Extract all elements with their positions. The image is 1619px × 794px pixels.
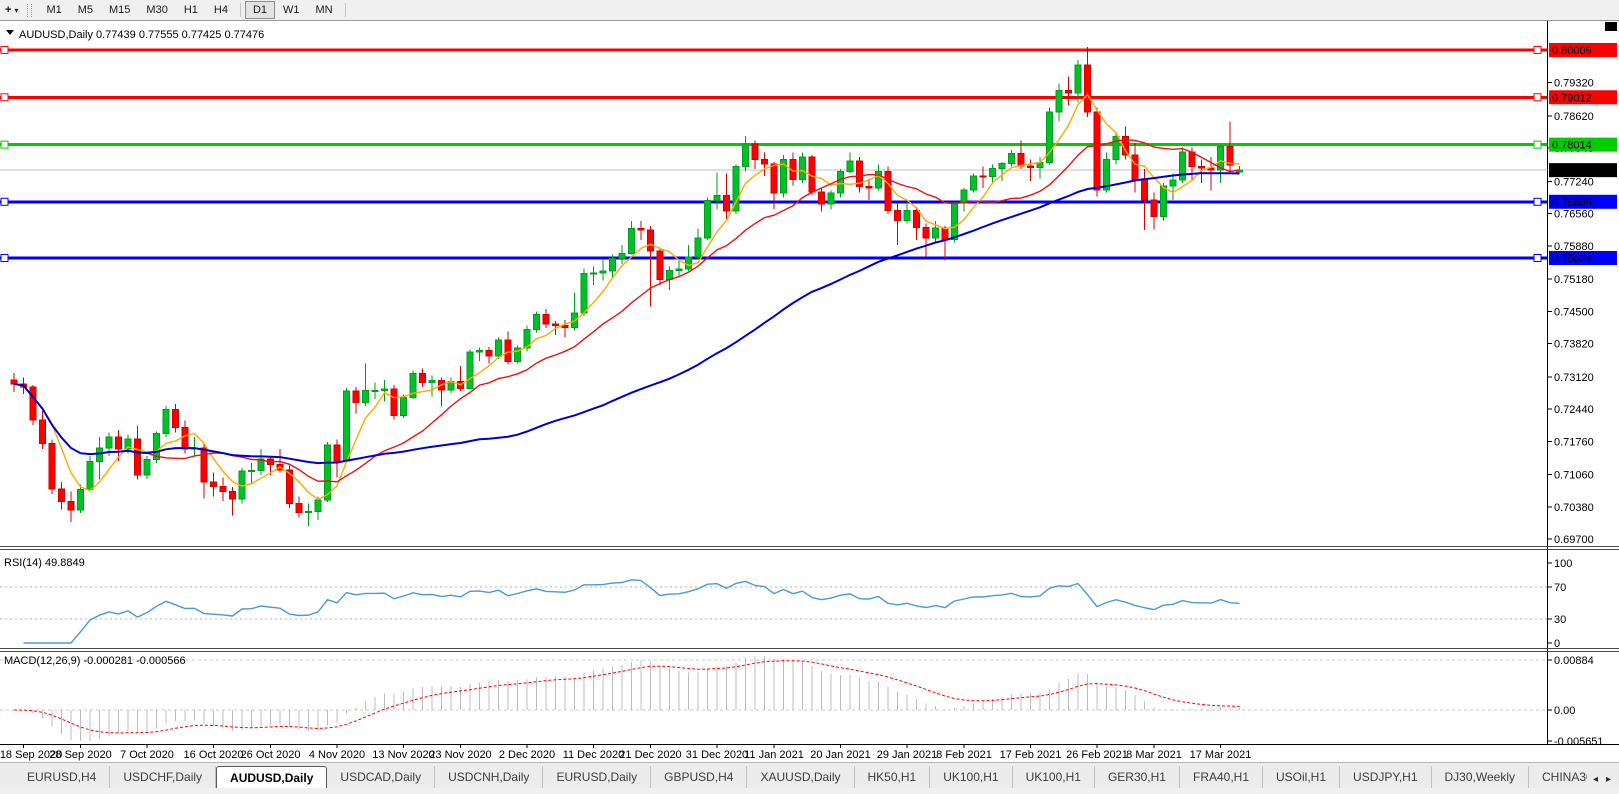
svg-text:0.78014: 0.78014 [1552, 140, 1592, 152]
price-badge-0.78014: 0.78014 [1549, 138, 1617, 152]
timeframe-button-M15[interactable]: M15 [101, 1, 138, 19]
svg-text:29 Jan 2021: 29 Jan 2021 [877, 749, 938, 761]
svg-text:0.00884: 0.00884 [1554, 655, 1594, 667]
price-badge-0.79012: 0.79012 [1549, 90, 1617, 104]
svg-text:-0.005651: -0.005651 [1554, 736, 1604, 748]
tab-scroll-arrows: ◂ ▸ [1587, 774, 1619, 789]
svg-text:0.72440: 0.72440 [1554, 404, 1594, 416]
svg-text:4 Nov 2020: 4 Nov 2020 [309, 749, 365, 761]
svg-text:0.69700: 0.69700 [1554, 534, 1594, 546]
cursor-tool-button[interactable]: + ▾ [0, 1, 23, 19]
toolbar-grip [27, 4, 32, 17]
chart-tab-FRA40-H1[interactable]: FRA40,H1 [1180, 766, 1263, 789]
chevron-down-icon: ▾ [14, 6, 18, 15]
svg-text:0.76809: 0.76809 [1552, 197, 1592, 209]
svg-text:7 Oct 2020: 7 Oct 2020 [120, 749, 174, 761]
chart-tab-AUDUSD-Daily[interactable]: AUDUSD,Daily [216, 766, 327, 789]
timeframe-button-W1[interactable]: W1 [275, 1, 308, 19]
chart-canvas[interactable]: 0.793200.786200.779400.772400.765600.758… [0, 20, 1619, 762]
price-badge-0.77476: 0.77476 [1549, 163, 1617, 177]
svg-text:0.73820: 0.73820 [1554, 339, 1594, 351]
timeframe-toolbar: + ▾ M1M5M15M30H1H4 D1W1MN [0, 0, 1619, 21]
chart-tab-EURUSD-Daily[interactable]: EURUSD,Daily [543, 766, 651, 789]
svg-text:11 Jan 2021: 11 Jan 2021 [744, 749, 804, 761]
svg-text:8 Mar 2021: 8 Mar 2021 [1126, 749, 1182, 761]
svg-text:28 Sep 2020: 28 Sep 2020 [49, 749, 111, 761]
svg-text:17 Feb 2021: 17 Feb 2021 [1000, 749, 1062, 761]
chart-tab-USOil-H1[interactable]: USOil,H1 [1263, 766, 1340, 789]
svg-text:0: 0 [1554, 638, 1560, 650]
chart-tab-USDCHF-Daily[interactable]: USDCHF,Daily [110, 766, 216, 789]
svg-text:11 Dec 2020: 11 Dec 2020 [563, 749, 625, 761]
timeframe-button-M5[interactable]: M5 [70, 1, 101, 19]
svg-text:AUDUSD,Daily 0.77439 0.77555: AUDUSD,Daily 0.77439 0.77555 0.77425 0.7… [19, 29, 264, 41]
toolbar-separator [345, 3, 346, 17]
svg-text:0.71060: 0.71060 [1554, 470, 1594, 482]
tab-scroll-right-icon[interactable]: ▸ [1606, 774, 1611, 785]
svg-text:8 Feb 2021: 8 Feb 2021 [936, 749, 992, 761]
svg-text:16 Oct 2020: 16 Oct 2020 [184, 749, 244, 761]
svg-text:2 Dec 2020: 2 Dec 2020 [499, 749, 555, 761]
chart-tab-USDJPY-H1[interactable]: USDJPY,H1 [1340, 766, 1431, 789]
price-badge-0.80009: 0.80009 [1549, 43, 1617, 57]
chart-tab-XAUUSD-Daily[interactable]: XAUUSD,Daily [747, 766, 854, 789]
chart-corner-marker [1605, 22, 1617, 31]
svg-text:0.75624: 0.75624 [1552, 253, 1592, 265]
rsi-label: RSI(14) 49.8849 [4, 557, 85, 569]
chart-tab-CHINA300-H1[interactable]: CHINA300,H1 [1529, 766, 1587, 789]
svg-text:23 Nov 2020: 23 Nov 2020 [429, 749, 491, 761]
chart-tab-GBPUSD-H4[interactable]: GBPUSD,H4 [651, 766, 747, 789]
chart-tab-EURUSD-H4[interactable]: EURUSD,H4 [14, 766, 110, 789]
svg-text:17 Mar 2021: 17 Mar 2021 [1190, 749, 1252, 761]
svg-text:21 Dec 2020: 21 Dec 2020 [619, 749, 681, 761]
svg-text:0.75180: 0.75180 [1554, 274, 1594, 286]
chart-tab-GER30-H1[interactable]: GER30,H1 [1095, 766, 1180, 789]
chart-tab-DJ30-Weekly[interactable]: DJ30,Weekly [1432, 766, 1529, 789]
svg-text:0.79320: 0.79320 [1554, 78, 1594, 90]
svg-text:20 Jan 2021: 20 Jan 2021 [810, 749, 871, 761]
timeframe-buttons: M1M5M15M30H1H4 D1W1MN [38, 1, 349, 19]
chart-title: AUDUSD,Daily 0.77439 0.77555 0.77425 0.7… [6, 29, 264, 41]
chart-tabs: EURUSD,H4USDCHF,DailyAUDUSD,DailyUSDCAD,… [0, 766, 1587, 789]
price-badge-0.76809: 0.76809 [1549, 195, 1617, 209]
svg-text:26 Feb 2021: 26 Feb 2021 [1066, 749, 1128, 761]
svg-text:26 Oct 2020: 26 Oct 2020 [241, 749, 301, 761]
svg-text:0.78620: 0.78620 [1554, 111, 1594, 123]
svg-text:0.71760: 0.71760 [1554, 436, 1594, 448]
chart-tab-UK100-H1[interactable]: UK100,H1 [1013, 766, 1095, 789]
svg-text:0.74500: 0.74500 [1554, 306, 1594, 318]
status-bar [0, 788, 1619, 794]
macd-label: MACD(12,26,9) -0.000281 -0.000566 [4, 655, 186, 667]
svg-text:31 Dec 2020: 31 Dec 2020 [686, 749, 748, 761]
svg-text:100: 100 [1554, 558, 1572, 570]
svg-text:0.70380: 0.70380 [1554, 502, 1594, 514]
timeframe-button-M30[interactable]: M30 [138, 1, 175, 19]
tab-scroll-left-icon[interactable]: ◂ [1593, 774, 1598, 785]
svg-text:30: 30 [1554, 614, 1566, 626]
timeframe-button-MN[interactable]: MN [308, 1, 341, 19]
svg-text:0.73120: 0.73120 [1554, 372, 1594, 384]
timeframe-button-H4[interactable]: H4 [206, 1, 236, 19]
chart-tab-UK100-H1[interactable]: UK100,H1 [930, 766, 1012, 789]
toolbar-separator [240, 3, 241, 17]
svg-text:13 Nov 2020: 13 Nov 2020 [372, 749, 434, 761]
chart-tab-bar: EURUSD,H4USDCHF,DailyAUDUSD,DailyUSDCAD,… [0, 762, 1619, 789]
svg-text:0.79012: 0.79012 [1552, 92, 1592, 104]
crosshair-icon: + [5, 4, 11, 16]
timeframe-button-H1[interactable]: H1 [176, 1, 206, 19]
svg-text:0.77240: 0.77240 [1554, 176, 1594, 188]
svg-text:0.76560: 0.76560 [1554, 209, 1594, 221]
chart-background [0, 20, 1619, 762]
timeframe-button-M1[interactable]: M1 [38, 1, 69, 19]
chart-tab-HK50-H1[interactable]: HK50,H1 [855, 766, 931, 789]
svg-text:0.00: 0.00 [1554, 705, 1575, 717]
svg-text:0.80009: 0.80009 [1552, 45, 1592, 57]
svg-text:70: 70 [1554, 582, 1566, 594]
timeframe-button-D1[interactable]: D1 [245, 1, 275, 19]
svg-text:0.77476: 0.77476 [1552, 165, 1592, 177]
chart-tab-USDCNH-Daily[interactable]: USDCNH,Daily [435, 766, 543, 789]
chart-tab-USDCAD-Daily[interactable]: USDCAD,Daily [327, 766, 435, 789]
price-badge-0.75624: 0.75624 [1549, 251, 1617, 265]
